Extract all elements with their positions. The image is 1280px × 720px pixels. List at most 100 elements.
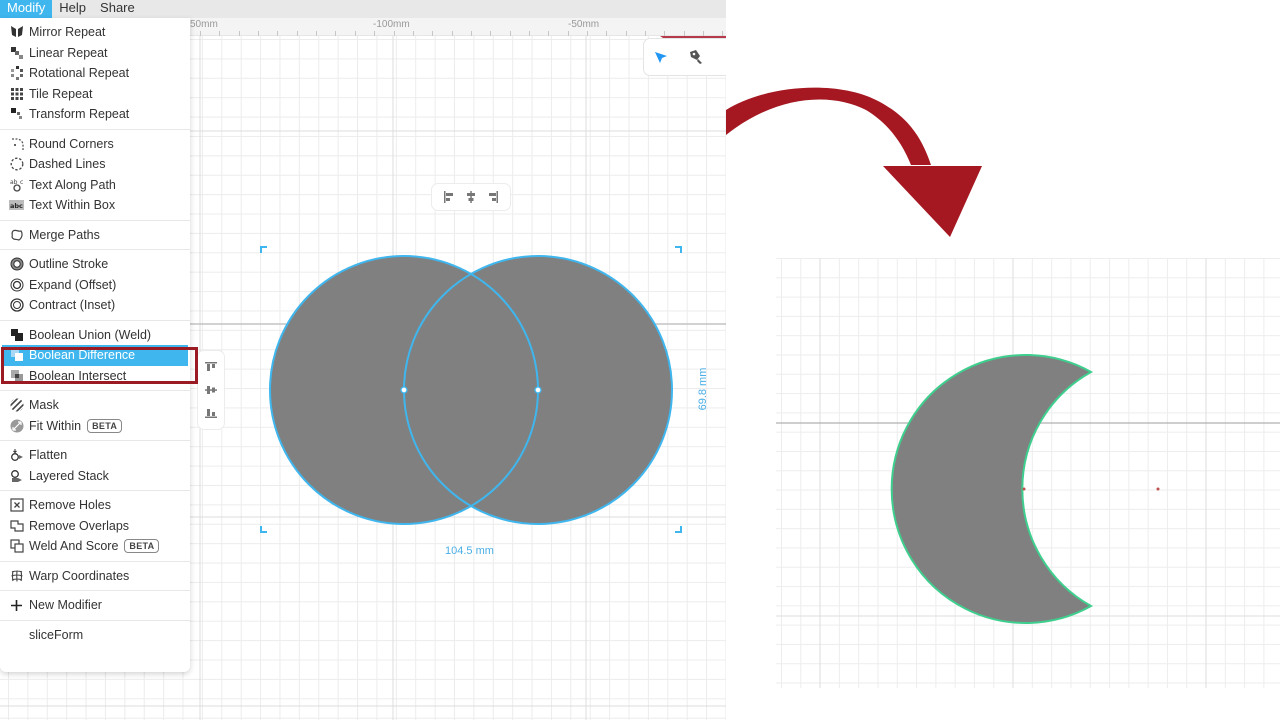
tutorial-illustration: Modify Help Share 50mm -100mm -50mm 104.…: [0, 0, 1280, 720]
transform-repeat-icon: [9, 107, 24, 121]
menu-item-label: Remove Overlaps: [29, 518, 130, 533]
ruler-label: 50mm: [190, 19, 218, 30]
menu-item-text-within-box[interactable]: abc Text Within Box: [0, 195, 190, 216]
menu-item-rotational-repeat[interactable]: Rotational Repeat: [0, 63, 190, 84]
menu-item-warp-coordinates[interactable]: Warp Coordinates: [0, 566, 190, 587]
menu-item-text-along-path[interactable]: ab c Text Along Path: [0, 175, 190, 196]
outline-stroke-icon: [9, 257, 24, 271]
selection-corner[interactable]: [260, 526, 267, 533]
menu-item-label: Mirror Repeat: [29, 25, 106, 40]
curved-arrow-annotation: [726, 87, 982, 237]
menu-modify[interactable]: Modify: [0, 0, 53, 18]
align-center-horizontal-icon[interactable]: [465, 191, 477, 203]
mask-icon: [9, 398, 24, 412]
weld-and-score-icon: [9, 539, 24, 553]
menu-item-round-corners[interactable]: Round Corners: [0, 134, 190, 155]
menu-group: Flatten Layered Stack: [0, 441, 190, 491]
align-right-icon[interactable]: [487, 191, 499, 203]
tile-repeat-icon: [9, 87, 24, 101]
svg-text:ab: ab: [10, 179, 18, 186]
menu-item-flatten[interactable]: Flatten: [0, 445, 190, 466]
result-preview-panel: [776, 258, 1280, 688]
arrow-shaft: [726, 87, 931, 165]
boolean-difference-icon: [9, 348, 24, 362]
boolean-union-icon: [9, 328, 24, 342]
linear-repeat-icon: [9, 46, 24, 60]
menu-item-label: Layered Stack: [29, 468, 109, 483]
menu-item-boolean-union-weld[interactable]: Boolean Union (Weld): [0, 325, 190, 346]
crescent-result-shape[interactable]: [890, 354, 1094, 624]
beta-badge: BETA: [124, 539, 160, 554]
svg-text:abc: abc: [10, 202, 23, 210]
menu-item-layered-stack[interactable]: Layered Stack: [0, 466, 190, 487]
fit-within-icon: [9, 419, 24, 433]
menu-item-merge-paths[interactable]: Merge Paths: [0, 225, 190, 246]
menu-item-fit-within[interactable]: Fit Within BETA: [0, 416, 190, 437]
center-handle[interactable]: [534, 386, 542, 394]
height-dimension-label: 69.8 mm: [697, 367, 709, 411]
menu-item-boolean-difference[interactable]: Boolean Difference: [2, 345, 188, 366]
menu-group: Mask Fit Within BETA: [0, 391, 190, 441]
warp-coordinates-icon: [9, 569, 24, 583]
selection-corner[interactable]: [675, 526, 682, 533]
menu-item-label: Text Along Path: [29, 177, 116, 192]
menu-group: Round Corners Dashed Lines ab c Text Along P…: [0, 130, 190, 221]
menu-item-tile-repeat[interactable]: Tile Repeat: [0, 84, 190, 105]
menu-group: Warp Coordinates: [0, 562, 190, 591]
menu-item-label: Contract (Inset): [29, 298, 116, 313]
merge-paths-icon: [9, 228, 24, 242]
menu-item-outline-stroke[interactable]: Outline Stroke: [0, 254, 190, 275]
menu-item-sliceform[interactable]: sliceForm: [0, 625, 190, 646]
center-handle[interactable]: [400, 386, 408, 394]
align-top-icon[interactable]: [205, 361, 217, 373]
align-left-icon[interactable]: [443, 191, 455, 203]
mirror-repeat-icon: [9, 25, 24, 39]
layered-stack-icon: [9, 469, 24, 483]
menu-item-label: Rotational Repeat: [29, 66, 130, 81]
menu-item-label: Remove Holes: [29, 498, 111, 513]
menu-item-transform-repeat[interactable]: Transform Repeat: [0, 104, 190, 125]
select-arrow-icon[interactable]: [654, 50, 668, 64]
center-point: [1022, 487, 1026, 491]
menu-item-expand-offset[interactable]: Expand (Offset): [0, 275, 190, 296]
menu-item-label: Outline Stroke: [29, 257, 109, 272]
pen-tool-icon[interactable]: [688, 49, 704, 65]
selection-corner[interactable]: [260, 246, 267, 253]
ruler-label: -100mm: [373, 19, 410, 30]
flatten-icon: [9, 448, 24, 462]
menu-item-label: sliceForm: [29, 627, 84, 642]
menu-item-label: Warp Coordinates: [29, 568, 130, 583]
expand-offset-icon: [9, 278, 24, 292]
text-along-path-icon: ab c: [9, 178, 24, 192]
align-bottom-icon[interactable]: [205, 407, 217, 419]
menu-item-label: Flatten: [29, 448, 68, 463]
menu-item-label: Expand (Offset): [29, 277, 117, 292]
menu-help[interactable]: Help: [52, 0, 93, 18]
menu-item-label: New Modifier: [29, 598, 102, 613]
menu-item-remove-holes[interactable]: Remove Holes: [0, 495, 190, 516]
result-artwork: [776, 258, 1280, 688]
width-dimension-label: 104.5 mm: [445, 545, 494, 557]
menu-share[interactable]: Share: [93, 0, 142, 18]
arrow-head: [883, 166, 982, 237]
menu-item-contract-inset[interactable]: Contract (Inset): [0, 295, 190, 316]
blank-icon: [9, 628, 24, 642]
menu-item-mask[interactable]: Mask: [0, 395, 190, 416]
menu-item-label: Fit Within: [29, 418, 82, 433]
align-middle-icon[interactable]: [205, 384, 217, 396]
rotational-repeat-icon: [9, 66, 24, 81]
menu-item-mirror-repeat[interactable]: Mirror Repeat: [0, 22, 190, 43]
menu-group: New Modifier: [0, 591, 190, 621]
selection-corner[interactable]: [675, 246, 682, 253]
menu-item-label: Round Corners: [29, 136, 114, 151]
remove-overlaps-icon: [9, 519, 24, 533]
beta-badge: BETA: [87, 418, 123, 433]
menu-item-dashed-lines[interactable]: Dashed Lines: [0, 154, 190, 175]
menu-item-remove-overlaps[interactable]: Remove Overlaps: [0, 516, 190, 537]
menu-item-new-modifier[interactable]: New Modifier: [0, 595, 190, 616]
plus-icon: [9, 598, 24, 612]
menu-item-weld-and-score[interactable]: Weld And Score BETA: [0, 536, 190, 557]
menu-item-boolean-intersect[interactable]: Boolean Intersect: [0, 366, 190, 387]
menu-item-linear-repeat[interactable]: Linear Repeat: [0, 43, 190, 64]
horizontal-align-toolbar: [431, 183, 511, 211]
